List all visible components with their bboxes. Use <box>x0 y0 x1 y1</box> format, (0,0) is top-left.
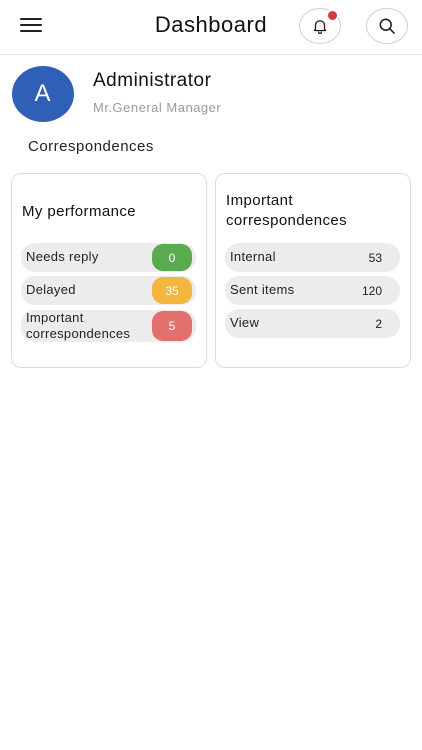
row-count: 120 <box>361 284 382 298</box>
performance-item-needs-reply[interactable]: Needs reply 0 <box>21 243 196 272</box>
performance-item-important[interactable]: Important correspondences 5 <box>21 310 196 342</box>
row-label: Sent items <box>230 282 295 297</box>
performance-item-delayed[interactable]: Delayed 35 <box>21 276 196 305</box>
notification-dot <box>327 10 338 21</box>
important-card: Important correspondences Internal 53 Se… <box>215 173 411 368</box>
important-title: Important correspondences <box>226 192 348 229</box>
app-header: Dashboard <box>0 0 422 55</box>
row-label: Important correspondences <box>26 310 131 341</box>
count-badge: 0 <box>152 244 192 271</box>
performance-card: My performance Needs reply 0 Delayed 35 … <box>11 173 207 368</box>
user-role: Mr.General Manager <box>93 100 222 115</box>
menu-icon[interactable] <box>20 18 42 36</box>
important-item-sent[interactable]: Sent items 120 <box>225 276 400 305</box>
search-icon <box>379 18 395 34</box>
page-title: Dashboard <box>154 12 268 37</box>
row-label: Needs reply <box>26 249 99 264</box>
user-name: Administrator <box>93 70 212 91</box>
important-item-view[interactable]: View 2 <box>225 309 400 338</box>
count-badge: 5 <box>152 311 192 341</box>
avatar: A <box>12 66 74 122</box>
row-label: Delayed <box>26 282 76 297</box>
performance-title: My performance <box>22 203 136 220</box>
user-profile: A Administrator Mr.General Manager <box>12 66 412 122</box>
row-label: View <box>230 315 260 330</box>
important-item-internal[interactable]: Internal 53 <box>225 243 400 272</box>
section-title: Correspondences <box>28 138 154 155</box>
row-count: 53 <box>368 251 382 265</box>
count-badge: 35 <box>152 277 192 304</box>
search-button[interactable] <box>366 8 408 44</box>
notifications-button[interactable] <box>299 8 341 44</box>
bell-icon <box>313 20 327 35</box>
row-count: 2 <box>375 317 382 331</box>
row-label: Internal <box>230 249 276 264</box>
